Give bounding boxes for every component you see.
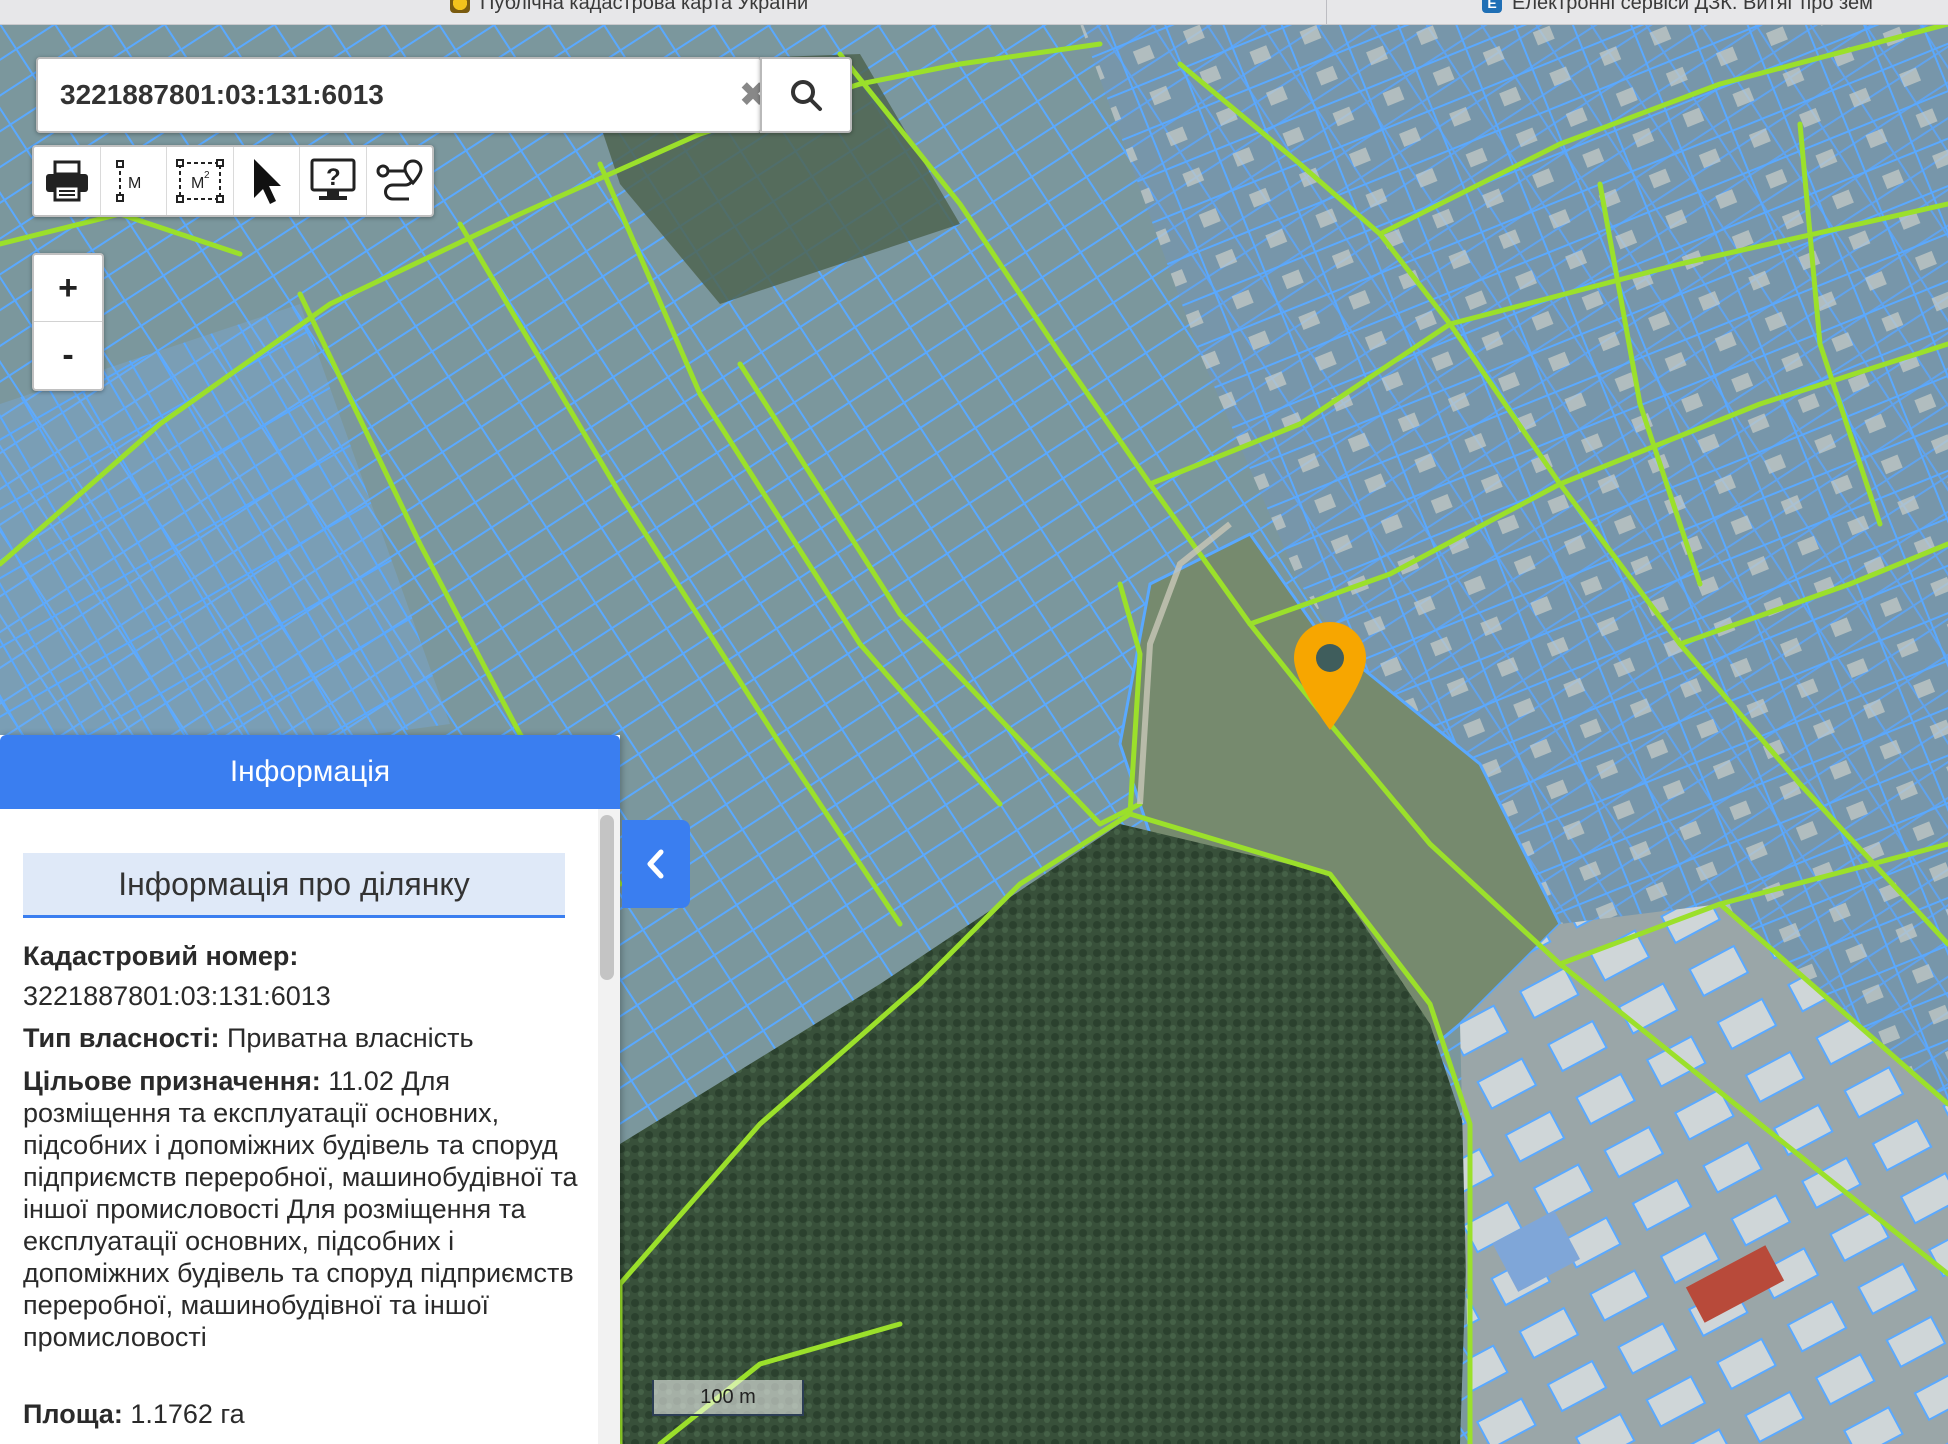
tab-separator	[1326, 0, 1327, 24]
dzk-favicon-icon: E	[1482, 0, 1502, 13]
purpose-label: Цільове призначення:	[23, 1066, 321, 1096]
map-scale-bar: 100 m	[652, 1380, 804, 1416]
map-toolbar: M M 2 ?	[32, 145, 434, 217]
browser-tab-strip: Публічна кадастрова карта України E Елек…	[0, 0, 1948, 25]
purpose-value: 11.02 Для розміщення та експлуатації осн…	[23, 1066, 578, 1352]
area-value: 1.1762 га	[130, 1399, 245, 1429]
svg-text:?: ?	[326, 164, 341, 191]
purpose-field: Цільове призначення: 11.02 Для розміщенн…	[23, 1065, 583, 1353]
cadastral-search-input[interactable]	[58, 69, 702, 121]
identify-icon: ?	[310, 158, 356, 200]
location-marker-icon[interactable]	[1292, 620, 1368, 734]
measure-length-icon: M	[116, 160, 142, 202]
cadastral-favicon-icon	[450, 0, 470, 13]
measure-area-icon: M 2	[175, 159, 224, 203]
search-button[interactable]	[760, 57, 852, 133]
browser-tab-dzk-services[interactable]: E Електронні сервіси ДЗК. Витяг про зем	[1482, 0, 1948, 15]
info-panel-header: Інформація	[0, 735, 620, 809]
cadastral-number-value: 3221887801:03:131:6013	[23, 981, 331, 1011]
pointer-icon	[254, 159, 282, 204]
zoom-out-button[interactable]: -	[34, 322, 102, 388]
search-bar: ✖	[36, 57, 767, 133]
route-button[interactable]	[367, 147, 433, 215]
parcel-info-subheader: Інформація про ділянку	[23, 853, 565, 918]
browser-tab-title: Електронні сервіси ДЗК. Витяг про зем	[1512, 0, 1873, 14]
route-icon	[376, 159, 423, 201]
svg-text:M: M	[128, 175, 141, 192]
svg-text:M: M	[191, 175, 204, 192]
cadastral-number-field: Кадастровий номер:	[23, 940, 583, 972]
print-icon	[45, 160, 88, 202]
collapse-panel-button[interactable]	[622, 820, 690, 908]
info-panel: Інформація Інформація про ділянку Кадаст…	[0, 735, 620, 1444]
zoom-in-button[interactable]: +	[34, 255, 102, 322]
ownership-label: Тип власності:	[23, 1023, 220, 1053]
cadastral-number-label: Кадастровий номер:	[23, 941, 299, 971]
select-button[interactable]	[234, 147, 300, 215]
ownership-field: Тип власності: Приватна власність	[23, 1022, 583, 1054]
area-field: Площа: 1.1762 га	[23, 1398, 583, 1430]
zoom-control: + -	[32, 253, 104, 391]
browser-tab-cadastral-map[interactable]: Публічна кадастрова карта України	[450, 0, 1320, 15]
browser-tab-title: Публічна кадастрова карта України	[480, 0, 809, 14]
scrollbar-thumb[interactable]	[600, 815, 614, 980]
svg-text:2: 2	[204, 170, 210, 181]
measure-length-button[interactable]: M	[101, 147, 167, 215]
ownership-value: Приватна власність	[227, 1023, 474, 1053]
area-label: Площа:	[23, 1399, 123, 1429]
identify-button[interactable]: ?	[300, 147, 367, 215]
search-icon	[791, 80, 822, 111]
print-button[interactable]	[34, 147, 101, 215]
chevron-left-icon	[647, 849, 664, 879]
measure-area-button[interactable]: M 2	[167, 147, 234, 215]
